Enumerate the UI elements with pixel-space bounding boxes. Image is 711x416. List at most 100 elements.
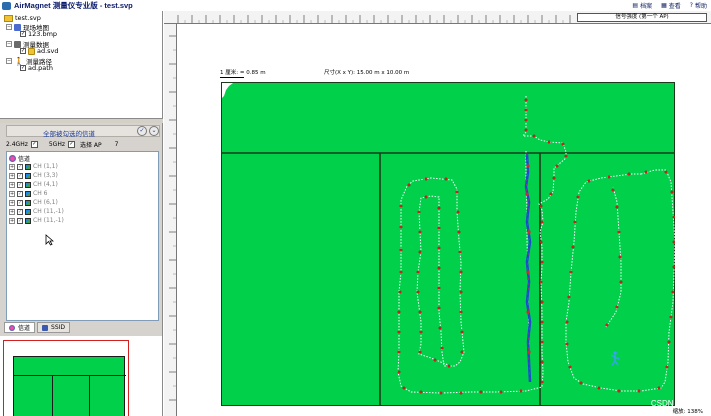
expand-icon[interactable]: + xyxy=(9,172,15,179)
channel-icon xyxy=(25,172,31,179)
tree-item-path[interactable]: ✓ ad.path xyxy=(20,64,53,72)
tree-item-label: 123.bmp xyxy=(28,30,58,38)
channel-row[interactable]: + ✓ CH (6,1) xyxy=(9,199,58,206)
expand-icon[interactable]: + xyxy=(9,208,15,215)
help-icon: ? xyxy=(689,2,693,9)
collapse-icon[interactable]: − xyxy=(6,24,12,30)
band-24ghz-checkbox[interactable]: ✓ xyxy=(30,140,38,148)
channel-checkbox[interactable]: ✓ xyxy=(17,199,23,206)
expand-icon[interactable]: + xyxy=(9,163,15,170)
band-5ghz-checkbox[interactable]: ✓ xyxy=(68,140,75,148)
channel-checkbox[interactable]: ✓ xyxy=(17,208,23,215)
band-5ghz-label: 5GHz xyxy=(48,140,65,148)
menu-bar: ▤ 档案 ▦ 查看 ? 帮助 xyxy=(632,1,707,10)
expand-icon[interactable]: + xyxy=(9,181,15,188)
tree-root-label: test.svp xyxy=(15,14,41,22)
tree-item-bmp[interactable]: ✓ 123.bmp xyxy=(20,30,57,38)
collapse-icon[interactable]: − xyxy=(6,58,12,64)
channel-panel-title: 全部被勾选的信道 xyxy=(43,130,95,138)
tab-label: 信道 xyxy=(18,325,31,332)
tree-item-label: ad.path xyxy=(28,64,53,72)
overview-map[interactable] xyxy=(13,356,126,416)
size-text: 尺寸(X x Y): 15.00 m x 10.00 m xyxy=(324,70,410,76)
zoom-status: 缩放: 138% xyxy=(672,409,703,415)
expand-icon[interactable]: ⌄ xyxy=(149,126,159,136)
scale-text: 1 厘米: = 0.85 m xyxy=(220,70,266,76)
channel-icon xyxy=(25,199,31,206)
channel-checkbox[interactable]: ✓ xyxy=(17,172,23,179)
ssid-icon xyxy=(42,324,49,331)
channel-icon xyxy=(25,208,31,215)
checkbox[interactable]: ✓ xyxy=(20,48,26,54)
channel-checkbox[interactable]: ✓ xyxy=(17,181,23,188)
menu-help[interactable]: ? 帮助 xyxy=(690,1,707,10)
channel-checkbox[interactable]: ✓ xyxy=(17,190,23,197)
folder-icon xyxy=(4,14,13,22)
wall-line xyxy=(52,375,53,416)
signal-icon xyxy=(9,155,16,162)
expand-icon[interactable]: + xyxy=(9,199,15,206)
channel-list: 信道 + ✓ CH (1,1) + ✓ CH (3,3) + ✓ CH (4,1… xyxy=(6,151,159,321)
floor-map[interactable] xyxy=(221,82,675,406)
channel-header: 全部被勾选的信道 ✓ ⌄ xyxy=(6,125,160,138)
channel-list-header[interactable]: 信道 xyxy=(9,154,30,163)
title-bar: AirMagnet 测量仪专业版 - test.svp ▤ 档案 ▦ 查看 ? 帮助 xyxy=(0,0,711,11)
map-view: 信号强度 (第一个 AP) 1 厘米: = 0.85 m 尺寸(X x Y): … xyxy=(164,11,711,416)
mouse-cursor-icon xyxy=(45,234,54,246)
channel-label: CH (4,1) xyxy=(33,181,58,188)
tree-item-svd[interactable]: ✓ ad.svd xyxy=(20,47,59,55)
channel-label: CH (11,-1) xyxy=(33,208,64,215)
map-boundary xyxy=(221,82,675,406)
overview-panel xyxy=(0,336,163,416)
vertical-ruler xyxy=(164,24,177,416)
wall-line xyxy=(89,375,90,416)
checkbox[interactable]: ✓ xyxy=(20,31,26,37)
signal-strength-selector[interactable]: 信号强度 (第一个 AP) xyxy=(577,13,707,22)
channel-label: CH 6 xyxy=(33,190,48,197)
channel-label: CH (3,3) xyxy=(33,172,58,179)
channel-icon xyxy=(25,181,31,188)
expand-icon[interactable]: + xyxy=(9,190,15,197)
channel-label: CH (1,1) xyxy=(33,163,58,170)
channel-label: CH (11,-1) xyxy=(33,217,64,224)
menu-view[interactable]: ▦ 查看 xyxy=(661,1,681,10)
menu-file[interactable]: ▤ 档案 xyxy=(632,1,652,10)
channel-list-header-label: 信道 xyxy=(18,156,31,163)
channel-checkbox[interactable]: ✓ xyxy=(17,217,23,224)
band-filter-row: 2.4GHz ✓ 5GHz ✓ 选择 AP 7 xyxy=(6,139,160,149)
channel-row[interactable]: + ✓ CH (11,-1) xyxy=(9,217,64,224)
app-icon xyxy=(2,1,11,10)
panel-tabs: 信道 SSID xyxy=(4,322,71,334)
channel-row[interactable]: + ✓ CH (4,1) xyxy=(9,181,58,188)
expand-icon[interactable]: + xyxy=(9,217,15,224)
channel-row[interactable]: + ✓ CH (1,1) xyxy=(9,163,58,170)
tree-root[interactable]: test.svp xyxy=(4,14,41,22)
signal-icon xyxy=(9,324,15,331)
file-icon: ▤ xyxy=(632,2,639,9)
tab-channel[interactable]: 信道 xyxy=(4,322,36,333)
channel-label: CH (6,1) xyxy=(33,199,58,206)
tab-ssid[interactable]: SSID xyxy=(37,322,71,333)
band-24ghz-label: 2.4GHz xyxy=(6,140,28,148)
tab-label: SSID xyxy=(51,324,66,331)
check-all-button[interactable]: ✓ xyxy=(137,126,147,136)
channel-row[interactable]: + ✓ CH 6 xyxy=(9,190,47,197)
channel-row[interactable]: + ✓ CH (3,3) xyxy=(9,172,58,179)
tree-item-label: ad.svd xyxy=(37,47,59,55)
channel-row[interactable]: + ✓ CH (11,-1) xyxy=(9,208,64,215)
collapse-icon[interactable]: − xyxy=(6,41,12,47)
channel-icon xyxy=(25,163,31,170)
project-tree: test.svp − 现场地图 ✓ 123.bmp − 测量数据 ✓ ad.sv… xyxy=(0,11,163,119)
select-ap-label: 选择 AP xyxy=(80,141,102,149)
view-icon: ▦ xyxy=(661,2,667,9)
channel-icon xyxy=(25,190,31,197)
checkbox[interactable]: ✓ xyxy=(20,65,26,71)
channel-icon xyxy=(25,217,31,224)
scale-bar xyxy=(220,77,244,78)
channel-panel: 全部被勾选的信道 ✓ ⌄ 2.4GHz ✓ 5GHz ✓ 选择 AP 7 信道 … xyxy=(0,123,163,336)
ap-count: 7 xyxy=(114,140,119,148)
survey-file-icon xyxy=(28,47,35,55)
wall-line xyxy=(14,375,126,376)
channel-checkbox[interactable]: ✓ xyxy=(17,163,23,170)
window-title: AirMagnet 测量仪专业版 - test.svp xyxy=(14,1,133,10)
